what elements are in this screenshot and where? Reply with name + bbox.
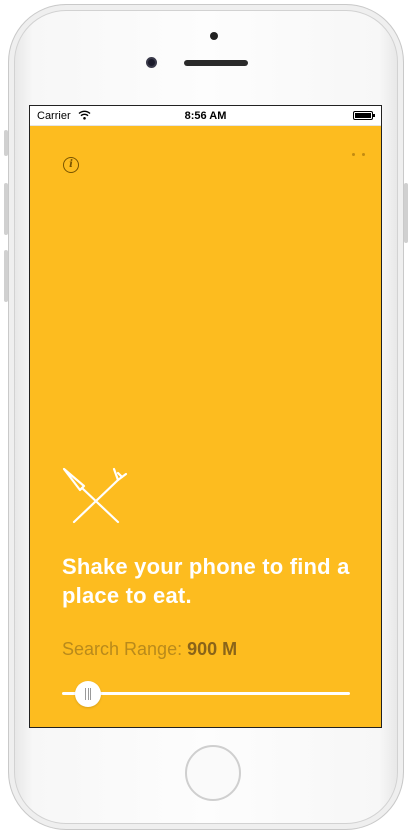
volume-up-button (4, 183, 8, 235)
dots-icon[interactable] (345, 143, 365, 161)
info-icon[interactable]: i (63, 157, 79, 173)
shake-headline: Shake your phone to find a place to eat. (62, 554, 350, 608)
fork-knife-icon (62, 467, 128, 524)
proximity-sensor (210, 32, 218, 40)
battery-icon (353, 111, 375, 120)
app-screen: Carrier 8:56 AM i Shake your phone to fi… (29, 105, 382, 728)
volume-down-button (4, 250, 8, 302)
slider-thumb[interactable] (75, 681, 102, 707)
front-camera (146, 57, 157, 68)
grip-icon (84, 688, 92, 700)
search-range-row: Search Range: 900 M (62, 639, 237, 660)
mute-switch (4, 130, 8, 156)
search-range-value: 900 M (187, 639, 238, 659)
search-range-slider[interactable] (62, 681, 350, 707)
slider-track[interactable] (62, 692, 350, 695)
battery-level (355, 113, 371, 118)
power-button (404, 183, 408, 243)
home-button[interactable] (185, 745, 241, 801)
earpiece-speaker (184, 60, 248, 66)
status-bar: Carrier 8:56 AM (30, 106, 381, 126)
status-time: 8:56 AM (184, 110, 227, 122)
search-range-label: Search Range: (62, 639, 183, 659)
